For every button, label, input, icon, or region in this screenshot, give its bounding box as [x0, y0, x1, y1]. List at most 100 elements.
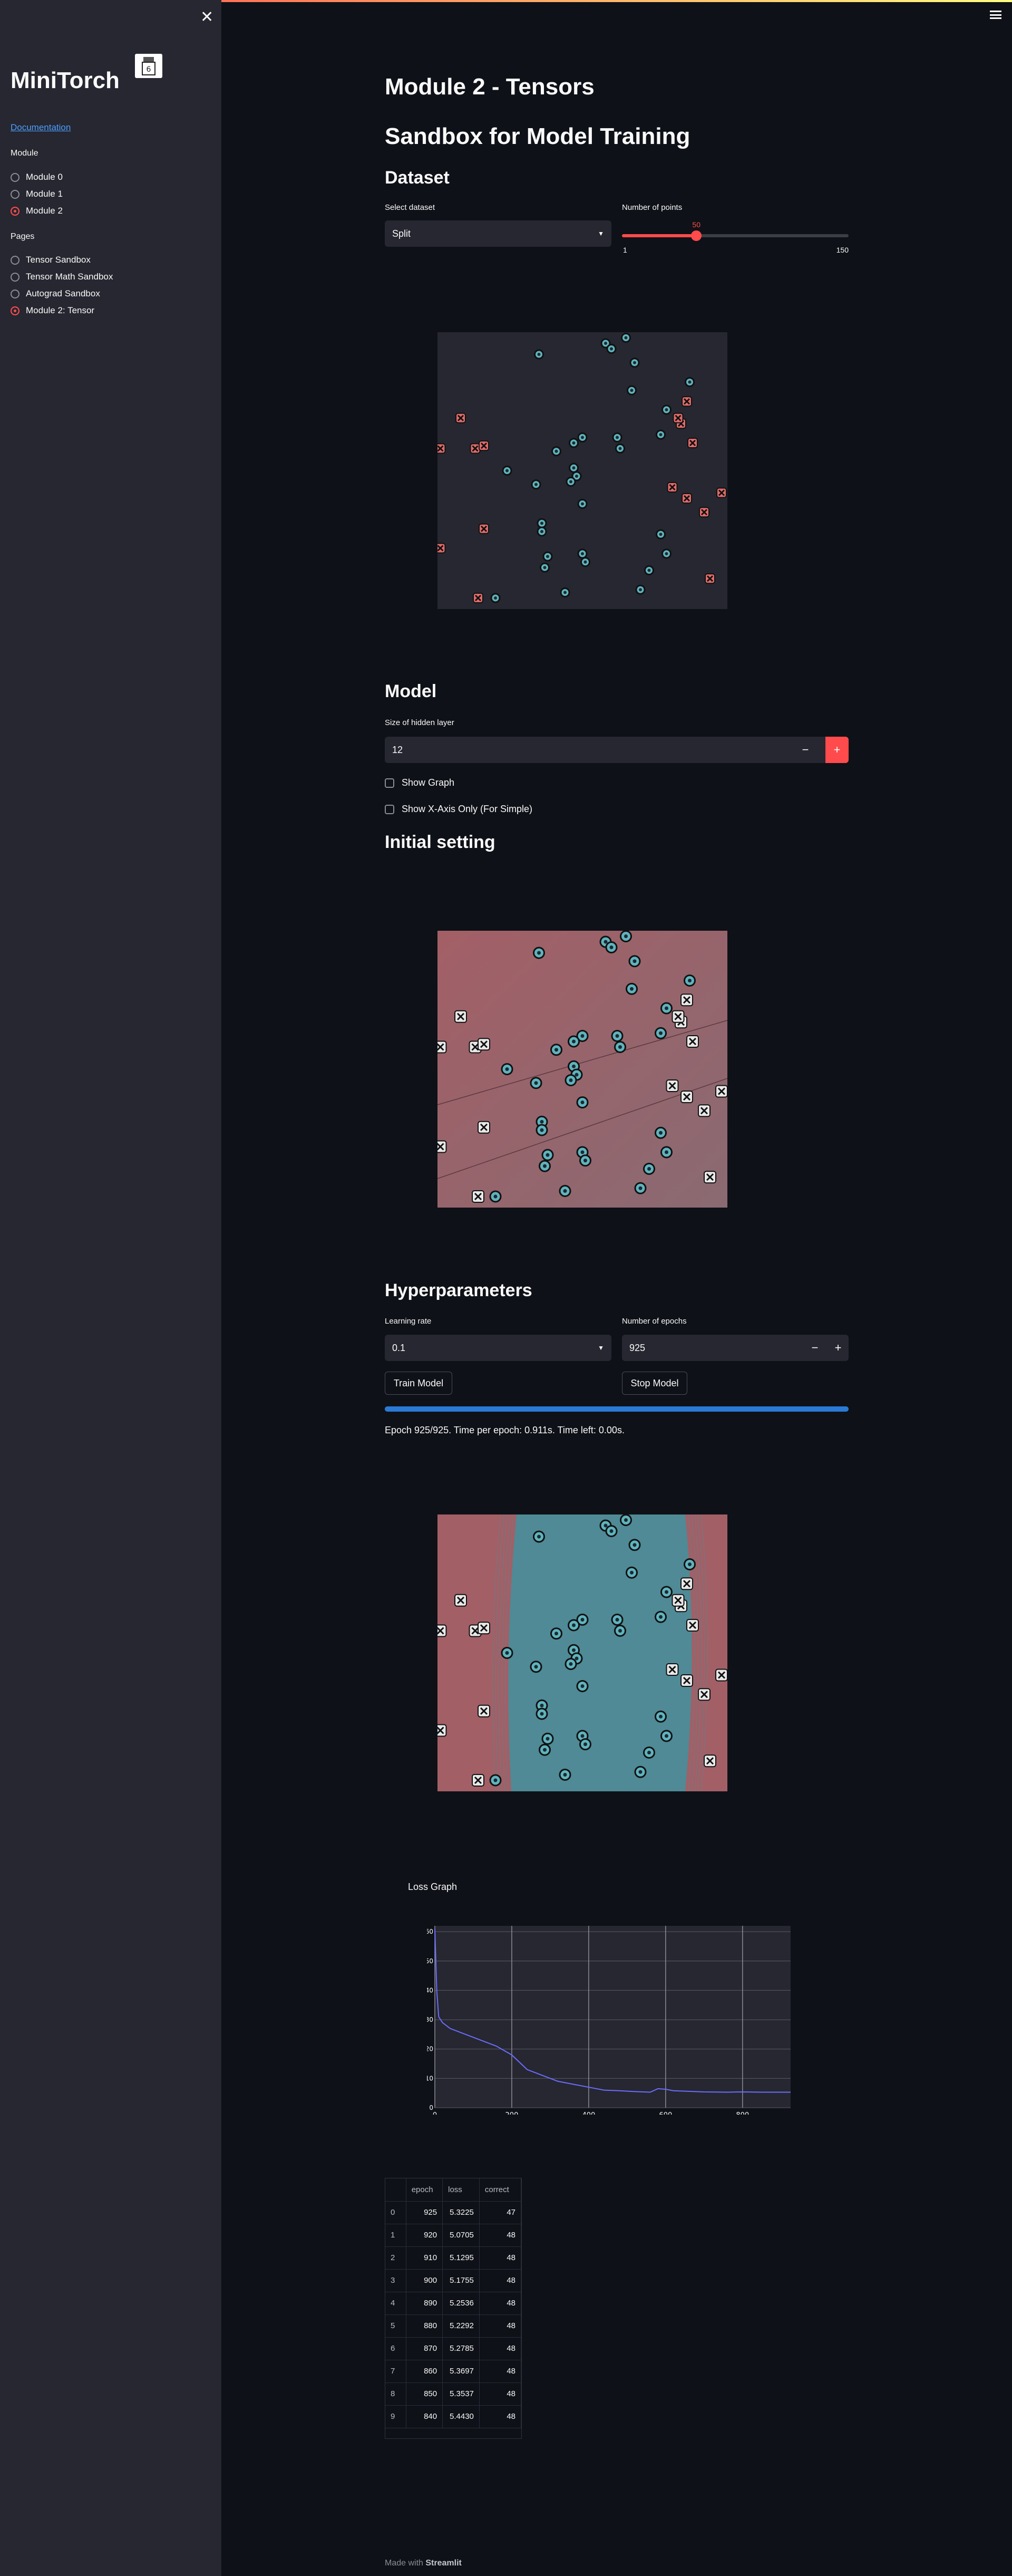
epochs-label: Number of epochs	[622, 1317, 687, 1326]
point-o-center	[575, 1656, 579, 1661]
column-header[interactable]: loss	[442, 2178, 480, 2202]
point-o-center	[563, 1773, 567, 1777]
point-o-center	[659, 433, 663, 437]
point-o-center	[563, 591, 567, 594]
slider-thumb[interactable]	[691, 230, 702, 241]
radio-module-0[interactable]: Module 0	[11, 169, 63, 186]
x-tick-label: 200	[505, 2111, 519, 2115]
radio-module-1[interactable]: Module 1	[11, 186, 63, 202]
point-o-center	[505, 1067, 509, 1071]
slider-fill	[622, 234, 697, 237]
learning-rate-label: Learning rate	[385, 1317, 432, 1326]
column-header[interactable]: epoch	[406, 2178, 443, 2202]
point-o-center	[540, 1128, 544, 1132]
table-cell: 48	[479, 2269, 521, 2292]
radio-dot	[11, 289, 20, 298]
x-tick-label: 600	[659, 2111, 672, 2115]
select-dataset-label: Select dataset	[385, 203, 435, 212]
table-cell: 48	[479, 2382, 521, 2406]
point-o-center	[618, 1629, 622, 1633]
stop-model-button[interactable]: Stop Model	[622, 1372, 687, 1395]
model-heading: Model	[385, 681, 437, 701]
point-o-center	[659, 1714, 663, 1719]
point-o-center	[493, 1194, 498, 1199]
radio-page-autograd-sandbox[interactable]: Autograd Sandbox	[11, 285, 113, 302]
table-cell: 880	[406, 2314, 443, 2338]
point-o-center	[624, 1518, 628, 1522]
point-o-center	[630, 389, 634, 392]
point-o-center	[604, 1523, 608, 1528]
epochs-input[interactable]: 925 − +	[622, 1335, 849, 1361]
learning-rate-select[interactable]: 0.1 ▼	[385, 1335, 611, 1361]
hidden-size-input[interactable]: 12 − +	[385, 737, 849, 763]
point-o-center	[580, 1101, 585, 1104]
point-o-center	[609, 1529, 614, 1533]
increment-button[interactable]: +	[825, 737, 849, 763]
table-header-row: epoch loss correct	[385, 2178, 521, 2202]
radio-dot	[11, 272, 20, 282]
radio-label: Module 2: Tensor	[26, 305, 95, 315]
radio-module-2[interactable]: Module 2	[11, 202, 63, 219]
radio-label: Tensor Math Sandbox	[26, 272, 113, 282]
dataset-select[interactable]: Split ▼	[385, 220, 611, 247]
table-cell: 6	[385, 2337, 406, 2360]
dataset-scatter-plot	[437, 332, 727, 609]
decrement-button[interactable]: −	[804, 1335, 825, 1361]
table-cell: 1	[385, 2224, 406, 2247]
streamlit-link[interactable]: Streamlit	[425, 2559, 461, 2568]
train-model-button[interactable]: Train Model	[385, 1372, 452, 1395]
table-cell: 840	[406, 2405, 443, 2428]
show-graph-checkbox[interactable]: Show Graph	[385, 777, 454, 788]
table-cell: 8	[385, 2382, 406, 2406]
radio-page-module-2-tensor[interactable]: Module 2: Tensor	[11, 302, 113, 319]
point-o-center	[575, 475, 578, 478]
documentation-link[interactable]: Documentation	[11, 122, 71, 133]
increment-button[interactable]: +	[828, 1335, 849, 1361]
slider-min: 1	[623, 246, 627, 254]
points-slider[interactable]: 50 1 150	[622, 220, 849, 257]
radio-dot	[11, 189, 20, 199]
module-label: Module	[11, 149, 38, 158]
loss-plot-area	[435, 1926, 791, 2108]
table-row: 7 860 5.3697 48	[385, 2360, 521, 2383]
point-o-center	[665, 552, 668, 555]
hamburger-menu-icon[interactable]	[990, 11, 1001, 19]
table-cell: 48	[479, 2314, 521, 2338]
point-o-center	[665, 408, 668, 411]
radio-page-tensor-math-sandbox[interactable]: Tensor Math Sandbox	[11, 268, 113, 285]
y-tick-label: 60	[427, 1928, 433, 1935]
table-cell: 48	[479, 2224, 521, 2247]
close-sidebar-icon[interactable]: ✕	[200, 9, 213, 25]
point-o-center	[543, 1748, 547, 1752]
table-cell: 3	[385, 2269, 406, 2292]
y-tick-label: 40	[427, 1986, 433, 1994]
training-table[interactable]: epoch loss correct 0 925 5.3225 47 1 920 5.0705 4…	[385, 2178, 522, 2439]
table-cell: 48	[479, 2337, 521, 2360]
radio-page-tensor-sandbox[interactable]: Tensor Sandbox	[11, 252, 113, 268]
point-o-center	[580, 1150, 585, 1154]
point-o-center	[659, 1615, 663, 1619]
point-o-center	[604, 342, 607, 345]
loss-line-chart: 01020304050600200400600800	[427, 1926, 791, 2115]
show-x-axis-checkbox[interactable]: Show X-Axis Only (For Simple)	[385, 804, 532, 815]
app-title: MiniTorch	[11, 67, 120, 93]
hidden-size-value: 12	[392, 744, 403, 755]
point-o-center	[604, 940, 608, 944]
footer-prefix: Made with	[385, 2559, 426, 2568]
point-o-center	[688, 380, 692, 384]
point-o-center	[493, 1778, 498, 1782]
radio-label: Module 1	[26, 189, 63, 199]
column-header[interactable]	[385, 2178, 406, 2202]
point-o-center	[624, 336, 628, 340]
checkbox-box	[385, 804, 394, 814]
dataset-heading: Dataset	[385, 168, 450, 188]
table-row: 0 925 5.3225 47	[385, 2201, 521, 2224]
checkbox-box	[385, 778, 394, 788]
decrement-button[interactable]: −	[794, 737, 817, 763]
footer: Made with Streamlit	[385, 2559, 462, 2568]
table-cell: 4	[385, 2292, 406, 2315]
table-row: 9 840 5.4430 48	[385, 2405, 521, 2428]
column-header[interactable]: correct	[479, 2178, 521, 2202]
table-cell: 910	[406, 2246, 443, 2270]
y-tick-label: 10	[427, 2075, 433, 2082]
